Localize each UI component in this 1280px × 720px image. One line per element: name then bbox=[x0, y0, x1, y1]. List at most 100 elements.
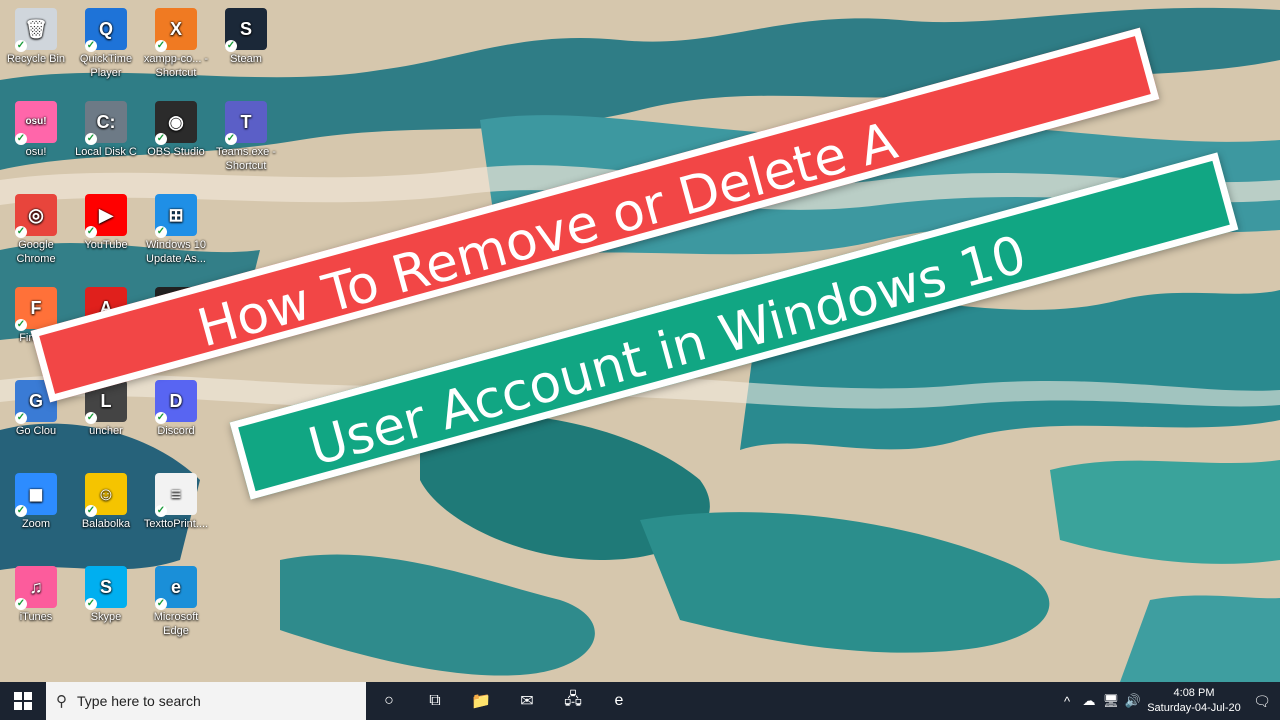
obs-icon: ◉ ✓ bbox=[155, 101, 197, 145]
volume-icon[interactable]: 🔊 bbox=[1122, 693, 1144, 709]
desktop-shortcut-quicktime[interactable]: Q ✓ QuickTime Player bbox=[71, 8, 141, 80]
action-center-notification-icon[interactable]: 🗨 bbox=[1244, 682, 1280, 720]
firefox-icon: F ✓ bbox=[15, 287, 57, 331]
file-explorer-icon[interactable]: 📁 bbox=[458, 682, 504, 720]
desktop-icon-label: Local Disk C bbox=[75, 146, 137, 158]
sync-check-icon: ✓ bbox=[85, 598, 97, 610]
desktop-icon-label: Balabolka bbox=[81, 518, 131, 530]
taskbar-pinned-apps: ○ ⧉ 📁 ✉ 🖧 e bbox=[366, 682, 642, 720]
system-tray: ^ ☁ 🖥 🔊 4:08 PM Saturday-04-Jul-20 🗨 bbox=[1056, 682, 1280, 720]
sync-check-icon: ✓ bbox=[15, 133, 27, 145]
balabolka-icon: ☺ ✓ bbox=[85, 473, 127, 517]
desktop-icon-label: Discord bbox=[157, 425, 195, 437]
sync-check-icon: ✓ bbox=[15, 505, 27, 517]
desktop-shortcut-local-disk[interactable]: C: ✓ Local Disk C bbox=[71, 101, 141, 159]
edge-taskbar-icon[interactable]: e bbox=[596, 682, 642, 720]
onedrive-cloud-icon[interactable]: ☁ bbox=[1078, 693, 1100, 709]
desktop-shortcut-itunes[interactable]: ♫ ✓ iTunes bbox=[1, 566, 71, 624]
desktop-shortcut-osu[interactable]: osu! ✓ osu! bbox=[1, 101, 71, 159]
task-view-icon[interactable]: ⧉ bbox=[412, 682, 458, 720]
desktop-shortcut-chrome[interactable]: ◎ ✓ Google Chrome bbox=[1, 194, 71, 266]
desktop-icon-label: OBS Studio bbox=[147, 146, 205, 158]
quicktime-icon: Q ✓ bbox=[85, 8, 127, 52]
skype-icon: S ✓ bbox=[85, 566, 127, 610]
desktop-shortcut-text-file[interactable]: ≡ ✓ TexttoPrint.... bbox=[141, 473, 211, 531]
search-placeholder: Type here to search bbox=[77, 693, 201, 709]
osu-icon: osu! ✓ bbox=[15, 101, 57, 145]
desktop-shortcut-obs[interactable]: ◉ ✓ OBS Studio bbox=[141, 101, 211, 159]
sync-check-icon: ✓ bbox=[225, 133, 237, 145]
sync-check-icon: ✓ bbox=[155, 40, 167, 52]
desktop-icon-label: Zoom bbox=[21, 518, 51, 530]
network-drive-icon[interactable]: 🖧 bbox=[550, 682, 596, 720]
chrome-icon: ◎ ✓ bbox=[15, 194, 57, 238]
sync-check-icon: ✓ bbox=[15, 40, 27, 52]
youtube-icon: ▶ ✓ bbox=[85, 194, 127, 238]
desktop-shortcut-zoom[interactable]: ◼ ✓ Zoom bbox=[1, 473, 71, 531]
desktop-icon-label: xampp-co... - Shortcut bbox=[143, 53, 209, 79]
zoom-icon: ◼ ✓ bbox=[15, 473, 57, 517]
desktop-shortcut-windows-update[interactable]: ⊞ ✓ Windows 10 Update As... bbox=[141, 194, 211, 266]
search-icon: ⚲ bbox=[56, 693, 67, 710]
local-disk-icon: C: ✓ bbox=[85, 101, 127, 145]
desktop-icon-label: osu! bbox=[25, 146, 47, 158]
sync-check-icon: ✓ bbox=[15, 226, 27, 238]
clock-date: Saturday-04-Jul-20 bbox=[1147, 702, 1241, 714]
sync-check-icon: ✓ bbox=[155, 505, 167, 517]
desktop-icon-label: uncher bbox=[89, 425, 123, 437]
taskbar-search-box[interactable]: ⚲ Type here to search bbox=[46, 682, 366, 720]
sync-check-icon: ✓ bbox=[15, 319, 27, 331]
desktop-icon-label: Steam bbox=[230, 53, 262, 65]
sync-check-icon: ✓ bbox=[155, 133, 167, 145]
desktop-icon-label: Skype bbox=[90, 611, 122, 623]
sync-check-icon: ✓ bbox=[85, 412, 97, 424]
desktop-icon-label: YouTube bbox=[84, 239, 128, 251]
sync-check-icon: ✓ bbox=[85, 226, 97, 238]
taskbar-clock[interactable]: 4:08 PM Saturday-04-Jul-20 bbox=[1144, 686, 1244, 716]
itunes-icon: ♫ ✓ bbox=[15, 566, 57, 610]
desktop-shortcut-skype[interactable]: S ✓ Skype bbox=[71, 566, 141, 624]
windows-logo-icon bbox=[14, 692, 32, 710]
network-icon[interactable]: 🖥 bbox=[1100, 693, 1122, 709]
teams-icon: T ✓ bbox=[225, 101, 267, 145]
sync-check-icon: ✓ bbox=[85, 40, 97, 52]
text-file-icon: ≡ ✓ bbox=[155, 473, 197, 517]
desktop-icon-label: TexttoPrint.... bbox=[143, 518, 209, 530]
edge-icon: e ✓ bbox=[155, 566, 197, 610]
steam-icon: S ✓ bbox=[225, 8, 267, 52]
mail-icon[interactable]: ✉ bbox=[504, 682, 550, 720]
sync-check-icon: ✓ bbox=[155, 412, 167, 424]
desktop-shortcut-balabolka[interactable]: ☺ ✓ Balabolka bbox=[71, 473, 141, 531]
sync-check-icon: ✓ bbox=[85, 505, 97, 517]
desktop-shortcut-discord[interactable]: D ✓ Discord bbox=[141, 380, 211, 438]
desktop-shortcut-xampp[interactable]: X ✓ xampp-co... - Shortcut bbox=[141, 8, 211, 80]
sync-check-icon: ✓ bbox=[155, 598, 167, 610]
desktop-shortcut-recycle-bin[interactable]: 🗑 ✓ Recycle Bin bbox=[1, 8, 71, 66]
sync-check-icon: ✓ bbox=[155, 226, 167, 238]
start-button[interactable] bbox=[0, 682, 46, 720]
taskbar: ⚲ Type here to search ○ ⧉ 📁 ✉ 🖧 e ^ ☁ 🖥 🔊 4:0… bbox=[0, 682, 1280, 720]
sync-check-icon: ✓ bbox=[225, 40, 237, 52]
desktop-icon-label: Windows 10 Update As... bbox=[146, 239, 206, 265]
desktop-icon-label: Microsoft Edge bbox=[153, 611, 199, 637]
cortana-icon[interactable]: ○ bbox=[366, 682, 412, 720]
xampp-icon: X ✓ bbox=[155, 8, 197, 52]
show-hidden-icons-chevron-icon[interactable]: ^ bbox=[1056, 694, 1078, 709]
desktop-shortcut-edge[interactable]: e ✓ Microsoft Edge bbox=[141, 566, 211, 638]
desktop-icon-label: Google Chrome bbox=[16, 239, 56, 265]
sync-check-icon: ✓ bbox=[85, 133, 97, 145]
desktop-icon-label: Teams.exe - Shortcut bbox=[216, 146, 276, 172]
desktop-shortcut-youtube[interactable]: ▶ ✓ YouTube bbox=[71, 194, 141, 252]
clock-time: 4:08 PM bbox=[1173, 687, 1215, 699]
discord-icon: D ✓ bbox=[155, 380, 197, 424]
recycle-bin-icon: 🗑 ✓ bbox=[15, 8, 57, 52]
desktop-icon-label: Go Clou bbox=[15, 425, 57, 437]
desktop-icon-label: Recycle Bin bbox=[6, 53, 66, 65]
desktop-shortcut-steam[interactable]: S ✓ Steam bbox=[211, 8, 281, 66]
sync-check-icon: ✓ bbox=[15, 598, 27, 610]
desktop-icon-label: iTunes bbox=[19, 611, 53, 623]
desktop-icon-label: QuickTime Player bbox=[79, 53, 133, 79]
windows-update-icon: ⊞ ✓ bbox=[155, 194, 197, 238]
desktop-shortcut-teams[interactable]: T ✓ Teams.exe - Shortcut bbox=[211, 101, 281, 173]
sync-check-icon: ✓ bbox=[15, 412, 27, 424]
